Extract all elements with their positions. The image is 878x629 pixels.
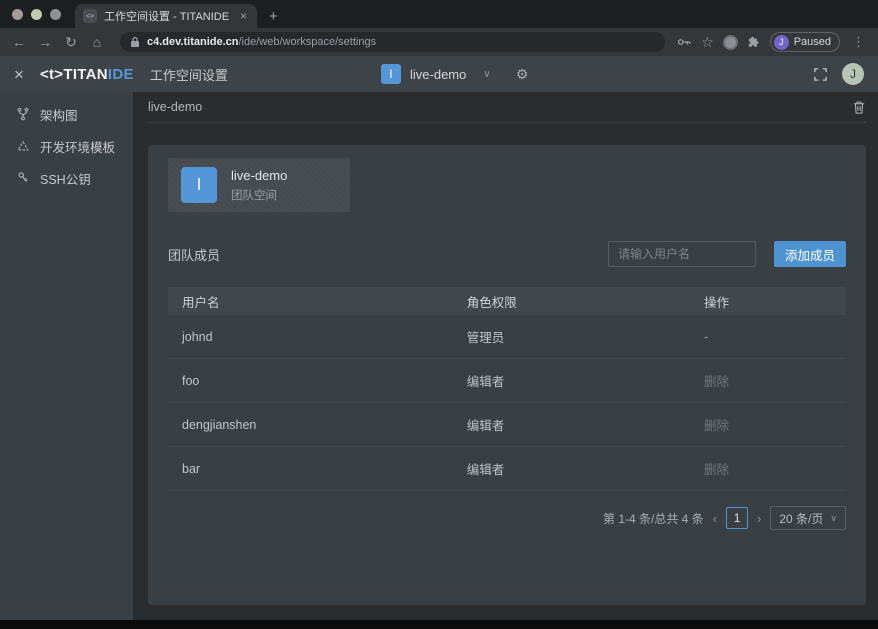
column-header-username: 用户名 bbox=[168, 292, 453, 311]
table-row: johnd 管理员 - bbox=[168, 315, 846, 359]
page-size-value: 20 条/页 bbox=[779, 510, 823, 527]
traffic-lights bbox=[10, 0, 75, 28]
chevron-down-icon: ∨ bbox=[830, 513, 837, 524]
gear-icon[interactable]: ⚙ bbox=[516, 66, 529, 83]
workspace-card-badge: l bbox=[181, 167, 217, 203]
browser-profile-chip[interactable]: J Paused bbox=[770, 32, 840, 52]
sidebar-item-label: SSH公钥 bbox=[40, 169, 91, 188]
page-size-select[interactable]: 20 条/页 ∨ bbox=[770, 506, 846, 530]
fullscreen-icon[interactable] bbox=[813, 67, 828, 82]
add-member-button[interactable]: 添加成员 bbox=[774, 241, 846, 267]
chevron-down-icon[interactable]: ∨ bbox=[483, 69, 490, 80]
cell-role: 编辑者 bbox=[453, 371, 690, 390]
sidebar-item-ssh-key[interactable]: SSH公钥 bbox=[0, 162, 133, 194]
sidebar-item-label: 架构图 bbox=[40, 105, 78, 124]
browser-menu-icon[interactable]: ⋮ bbox=[849, 34, 868, 50]
workspace-badge: l bbox=[381, 64, 401, 84]
logo-accent: IDE bbox=[108, 66, 134, 83]
next-page-icon[interactable]: › bbox=[757, 511, 761, 526]
workspace-card-title: live-demo bbox=[231, 168, 287, 183]
password-key-icon[interactable] bbox=[677, 36, 692, 48]
delete-member-link[interactable]: 删除 bbox=[690, 459, 846, 478]
window-bottom-edge bbox=[0, 620, 878, 629]
url-text: c4.dev.titanide.cn/ide/web/workspace/set… bbox=[147, 36, 376, 48]
cell-username: johnd bbox=[168, 330, 453, 344]
extensions-puzzle-icon[interactable] bbox=[747, 35, 761, 49]
breadcrumb: live-demo bbox=[148, 100, 202, 114]
delete-member-link[interactable]: 删除 bbox=[690, 415, 846, 434]
sidebar-item-architecture[interactable]: 架构图 bbox=[0, 98, 133, 130]
pagination-summary: 第 1-4 条/总共 4 条 bbox=[603, 510, 704, 527]
settings-panel: l live-demo 团队空间 团队成员 添加成员 用户名 角色权限 操作 bbox=[148, 145, 866, 605]
tab-title: 工作空间设置 - TITANIDE bbox=[104, 8, 231, 24]
address-bar[interactable]: c4.dev.titanide.cn/ide/web/workspace/set… bbox=[120, 32, 665, 52]
main-content: live-demo l live-demo 团队空间 团队成员 添加成员 bbox=[133, 92, 878, 620]
template-icon bbox=[16, 139, 30, 153]
page-number-button[interactable]: 1 bbox=[726, 507, 748, 529]
workspace-card: l live-demo 团队空间 bbox=[168, 158, 350, 212]
username-input[interactable] bbox=[608, 241, 756, 267]
sidebar-item-label: 开发环境模板 bbox=[40, 137, 115, 156]
breadcrumb-row: live-demo bbox=[148, 92, 866, 123]
members-section-title: 团队成员 bbox=[168, 245, 220, 264]
tab-favicon-icon: <> bbox=[83, 9, 97, 23]
workspace-switcher[interactable]: l live-demo ∨ ⚙ bbox=[381, 56, 528, 92]
url-path: /ide/web/workspace/settings bbox=[239, 36, 377, 48]
table-row: dengjianshen 编辑者 删除 bbox=[168, 403, 846, 447]
window-zoom-button[interactable] bbox=[50, 9, 61, 20]
app-body: 架构图 开发环境模板 SSH公钥 live-demo l bbox=[0, 92, 878, 620]
cell-action: - bbox=[690, 330, 846, 344]
toolbar-actions: ☆ J Paused ⋮ bbox=[677, 32, 870, 52]
profile-avatar: J bbox=[774, 35, 789, 50]
home-icon[interactable]: ⌂ bbox=[86, 35, 108, 49]
cell-role: 编辑者 bbox=[453, 415, 690, 434]
table-header-row: 用户名 角色权限 操作 bbox=[168, 287, 846, 315]
cell-username: bar bbox=[168, 462, 453, 476]
window-minimize-button[interactable] bbox=[31, 9, 42, 20]
prev-page-icon[interactable]: ‹ bbox=[713, 511, 717, 526]
logo-main: <t>TITAN bbox=[40, 66, 108, 83]
sidebar: 架构图 开发环境模板 SSH公钥 bbox=[0, 92, 133, 620]
delete-member-link[interactable]: 删除 bbox=[690, 371, 846, 390]
table-row: bar 编辑者 删除 bbox=[168, 447, 846, 491]
lock-icon bbox=[130, 36, 140, 48]
members-header-row: 团队成员 添加成员 bbox=[168, 241, 846, 267]
url-host: c4.dev.titanide.cn bbox=[147, 36, 239, 48]
app-header: × <t>TITANIDE 工作空间设置 l live-demo ∨ ⚙ J bbox=[0, 56, 878, 92]
forward-icon[interactable]: → bbox=[34, 35, 56, 49]
extension-icon[interactable] bbox=[723, 35, 738, 50]
close-settings-icon[interactable]: × bbox=[14, 66, 24, 83]
column-header-role: 角色权限 bbox=[453, 292, 690, 311]
app-header-right: J bbox=[813, 63, 864, 85]
sidebar-item-dev-template[interactable]: 开发环境模板 bbox=[0, 130, 133, 162]
tab-close-icon[interactable]: × bbox=[238, 9, 249, 23]
branch-icon bbox=[16, 107, 30, 121]
profile-status-badge: Paused bbox=[794, 36, 831, 48]
cell-role: 管理员 bbox=[453, 327, 690, 346]
members-table: 用户名 角色权限 操作 johnd 管理员 - foo 编辑者 删除 dengj… bbox=[168, 287, 846, 491]
workspace-name: live-demo bbox=[410, 67, 466, 82]
user-avatar[interactable]: J bbox=[842, 63, 864, 85]
new-tab-button[interactable]: + bbox=[269, 8, 278, 28]
cell-username: dengjianshen bbox=[168, 418, 453, 432]
workspace-card-subtitle: 团队空间 bbox=[231, 187, 287, 203]
cell-username: foo bbox=[168, 374, 453, 388]
browser-tab-bar: <> 工作空间设置 - TITANIDE × + bbox=[0, 0, 878, 28]
reload-icon[interactable]: ↻ bbox=[60, 35, 82, 49]
key-icon bbox=[16, 171, 30, 185]
delete-workspace-trash-icon[interactable] bbox=[852, 100, 866, 115]
members-actions: 添加成员 bbox=[608, 241, 846, 267]
browser-tab[interactable]: <> 工作空间设置 - TITANIDE × bbox=[75, 4, 257, 28]
cell-role: 编辑者 bbox=[453, 459, 690, 478]
app-logo: <t>TITANIDE bbox=[40, 66, 134, 83]
bookmark-star-icon[interactable]: ☆ bbox=[701, 35, 714, 49]
back-icon[interactable]: ← bbox=[8, 35, 30, 49]
workspace-card-text: live-demo 团队空间 bbox=[231, 168, 287, 203]
table-row: foo 编辑者 删除 bbox=[168, 359, 846, 403]
browser-toolbar: ← → ↻ ⌂ c4.dev.titanide.cn/ide/web/works… bbox=[0, 28, 878, 56]
window-close-button[interactable] bbox=[12, 9, 23, 20]
page-title: 工作空间设置 bbox=[150, 65, 228, 84]
column-header-action: 操作 bbox=[690, 292, 846, 311]
pagination: 第 1-4 条/总共 4 条 ‹ 1 › 20 条/页 ∨ bbox=[168, 506, 846, 530]
